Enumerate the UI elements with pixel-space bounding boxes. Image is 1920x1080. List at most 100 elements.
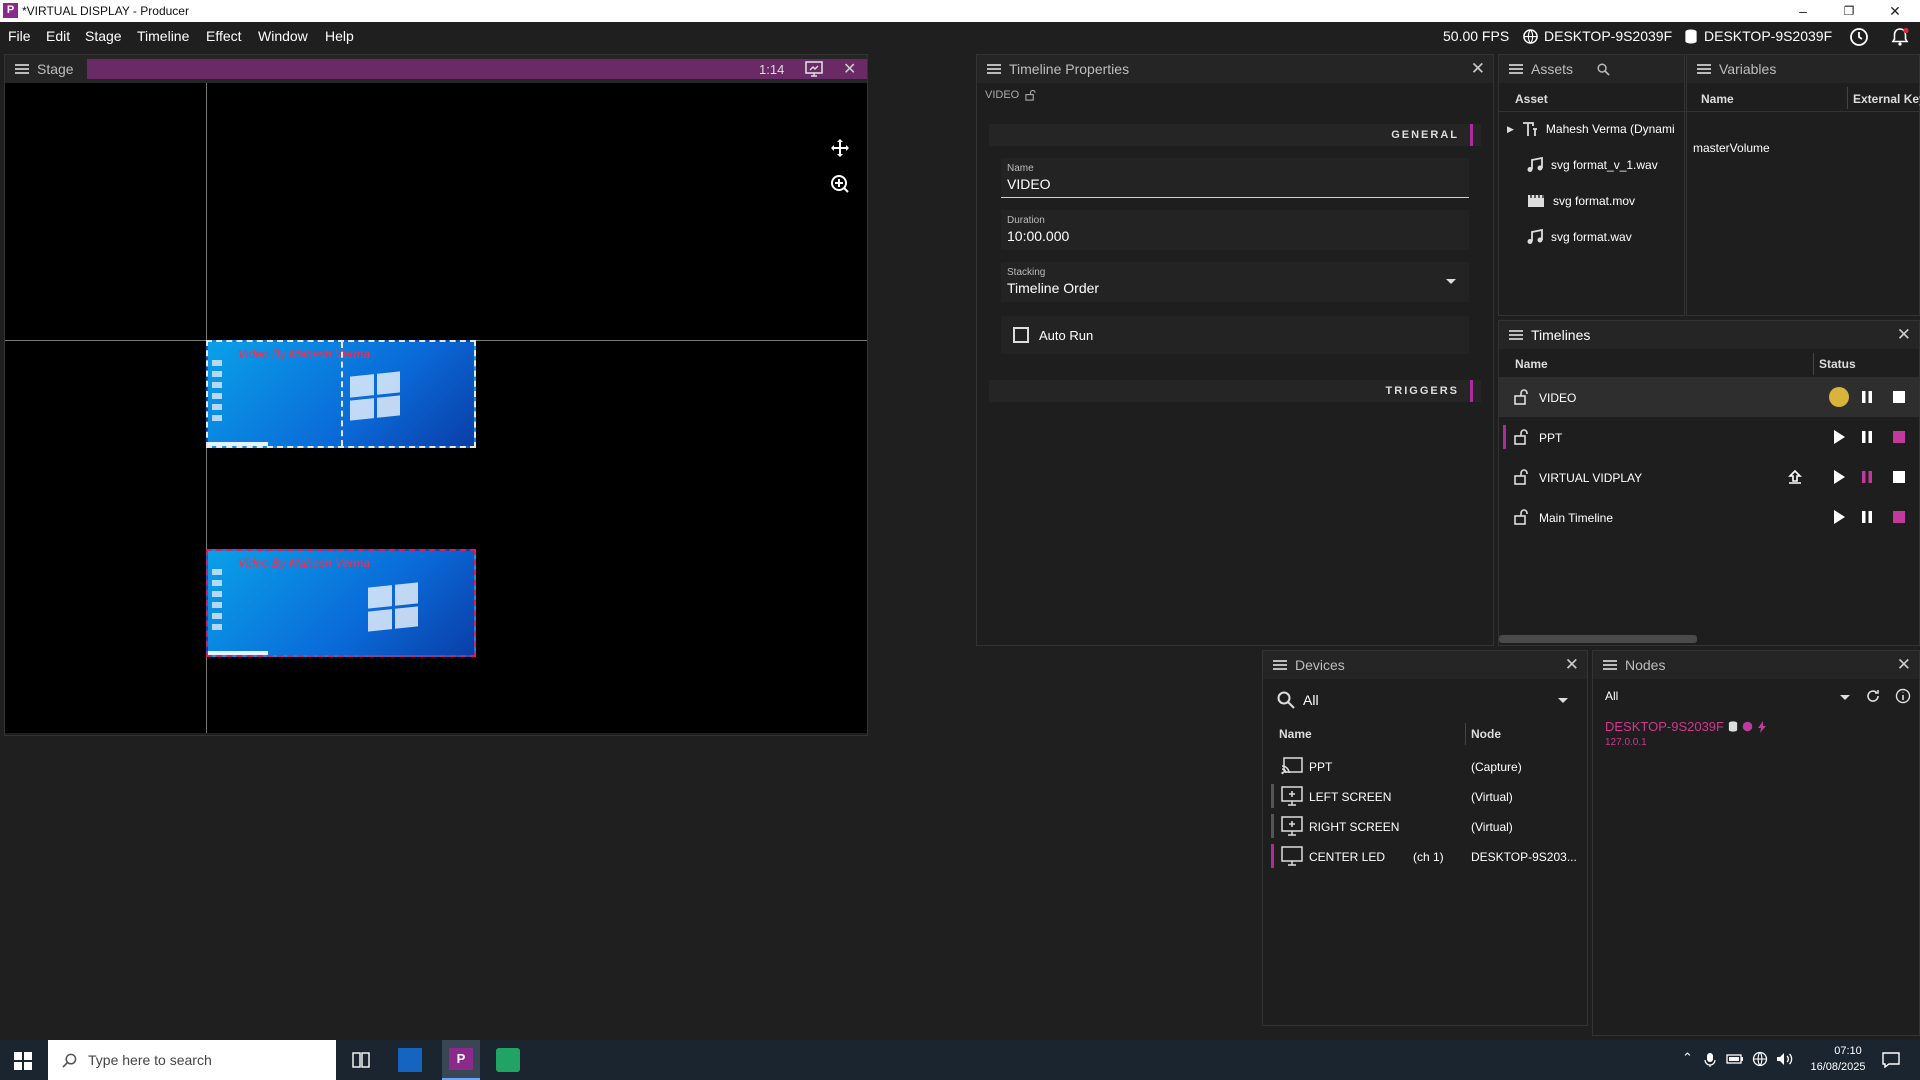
refresh-icon[interactable] [1865,688,1881,704]
asset-column-header[interactable]: Asset [1515,92,1548,106]
unlock-icon[interactable] [1513,509,1529,525]
nodes-close-icon[interactable]: ✕ [1897,655,1911,675]
close-window-button[interactable]: ✕ [1872,0,1918,22]
device-row[interactable]: CENTER LED (ch 1) DESKTOP-9S203... [1263,841,1587,871]
stop-icon[interactable] [1891,469,1907,485]
timeline-row-video[interactable]: VIDEO [1499,377,1919,417]
clock-date[interactable]: 16/08/2025 [1803,1061,1873,1073]
play-icon[interactable] [1829,387,1849,407]
battery-icon[interactable] [1726,1053,1744,1065]
variables-name-column[interactable]: Name [1701,92,1734,106]
spreadsheet-taskbar-icon[interactable] [496,1048,520,1072]
devices-close-icon[interactable]: ✕ [1565,655,1579,675]
timelines-menu-icon[interactable] [1509,330,1523,340]
minimize-button[interactable]: – [1780,0,1826,22]
assets-menu-icon[interactable] [1509,64,1523,74]
monitor-icon[interactable] [805,61,823,77]
unlock-icon[interactable] [1513,469,1529,485]
menu-edit[interactable]: Edit [46,28,70,44]
name-field-value[interactable]: VIDEO [1007,176,1051,192]
devices-filter[interactable]: All [1277,687,1577,713]
expand-arrow-icon[interactable]: ▶ [1507,124,1514,135]
history-icon[interactable] [1849,27,1869,47]
nodes-filter[interactable]: All [1605,689,1618,703]
asset-item[interactable]: svg format_v_1.wav [1527,157,1658,173]
unlock-icon[interactable] [1025,89,1036,101]
timeline-row-virtual-vidplay[interactable]: VIRTUAL VIDPLAY [1499,457,1919,497]
asset-item[interactable]: svg format.mov [1527,193,1635,209]
variables-menu-icon[interactable] [1697,64,1711,74]
pause-icon[interactable] [1859,389,1875,405]
pause-icon[interactable] [1859,509,1875,525]
timeline-row-main[interactable]: Main Timeline [1499,497,1919,537]
action-center-icon[interactable] [1882,1052,1900,1068]
node-item[interactable]: DESKTOP-9S2039F [1605,719,1767,734]
tray-overflow-icon[interactable]: ⌃ [1682,1050,1693,1066]
stop-icon[interactable] [1891,509,1907,525]
zoom-in-icon[interactable] [830,174,850,194]
microphone-icon[interactable] [1704,1052,1716,1068]
timeline-row-ppt[interactable]: PPT [1499,417,1919,457]
menu-file[interactable]: File [8,28,31,44]
menu-help[interactable]: Help [325,28,354,44]
stop-icon[interactable] [1891,389,1907,405]
stage-menu-icon[interactable] [15,64,29,74]
asset-item[interactable]: svg format.wav [1527,229,1632,245]
device-row[interactable]: LEFT SCREEN (Virtual) [1263,781,1587,811]
move-icon[interactable] [830,138,850,158]
pause-icon[interactable] [1859,429,1875,445]
menu-timeline[interactable]: Timeline [137,28,189,44]
menu-window[interactable]: Window [258,28,308,44]
device-row[interactable]: RIGHT SCREEN (Virtual) [1263,811,1587,841]
play-icon[interactable] [1831,509,1847,525]
stage-layer-left-screen[interactable]: Video By Mahesh Verma [206,340,476,448]
devices-menu-icon[interactable] [1273,660,1287,670]
triggers-section-header[interactable]: TRIGGERS [989,380,1481,402]
duration-field-value[interactable]: 10:00.000 [1007,228,1069,244]
vs-installer-taskbar-icon[interactable] [398,1048,422,1072]
network-icon[interactable] [1752,1051,1768,1067]
chevron-down-icon[interactable] [1839,694,1851,702]
host-indicator-2[interactable]: DESKTOP-9S2039F [1684,28,1832,44]
pause-icon[interactable] [1859,469,1875,485]
unlock-icon[interactable] [1513,389,1529,405]
device-row[interactable]: PPT (Capture) [1263,751,1587,781]
stage-zoom[interactable]: 1:14 [759,62,784,77]
timelines-status-column[interactable]: Status [1819,357,1856,371]
auto-run-checkbox[interactable] [1013,327,1029,343]
variable-row[interactable]: masterVolume [1693,141,1770,155]
taskbar-search-box[interactable]: Type here to search [48,1040,336,1080]
timelines-horizontal-scrollbar[interactable] [1499,635,1697,643]
devices-node-column[interactable]: Node [1471,727,1501,741]
chevron-down-icon[interactable] [1557,697,1569,705]
producer-taskbar-button[interactable]: P [442,1040,480,1080]
restore-button[interactable]: ❐ [1826,0,1872,22]
menu-stage[interactable]: Stage [85,28,122,44]
properties-close-icon[interactable]: ✕ [1471,59,1485,79]
chevron-down-icon[interactable] [1445,278,1457,286]
duration-field[interactable]: Duration 10:00.000 [1001,210,1469,250]
devices-name-column[interactable]: Name [1279,727,1312,741]
timelines-close-icon[interactable]: ✕ [1897,325,1911,345]
stage-close-icon[interactable]: ✕ [843,59,856,79]
stage-canvas[interactable]: Video By Mahesh Verma Video By Mahesh Ve… [5,83,867,733]
stop-icon[interactable] [1891,429,1907,445]
properties-menu-icon[interactable] [987,64,1001,74]
stage-layer-center-led[interactable]: Video By Mahesh Verma [206,549,476,657]
general-section-header[interactable]: GENERAL [989,124,1481,146]
task-view-icon[interactable] [352,1052,370,1068]
menu-effect[interactable]: Effect [206,28,242,44]
name-field[interactable]: Name VIDEO [1001,158,1469,198]
variables-key-column[interactable]: External Key [1853,92,1920,106]
clock-time[interactable]: 07:10 [1818,1045,1878,1057]
windows-start-icon[interactable] [14,1052,32,1070]
volume-icon[interactable] [1776,1051,1794,1067]
asset-item[interactable]: ▶ Mahesh Verma (Dynami [1507,121,1675,137]
notification-bell-icon[interactable] [1890,27,1910,47]
info-icon[interactable] [1895,688,1911,704]
play-icon[interactable] [1831,429,1847,445]
unlock-icon[interactable] [1513,429,1529,445]
nodes-menu-icon[interactable] [1603,660,1617,670]
search-icon[interactable] [1597,62,1610,76]
timelines-name-column[interactable]: Name [1515,357,1548,371]
